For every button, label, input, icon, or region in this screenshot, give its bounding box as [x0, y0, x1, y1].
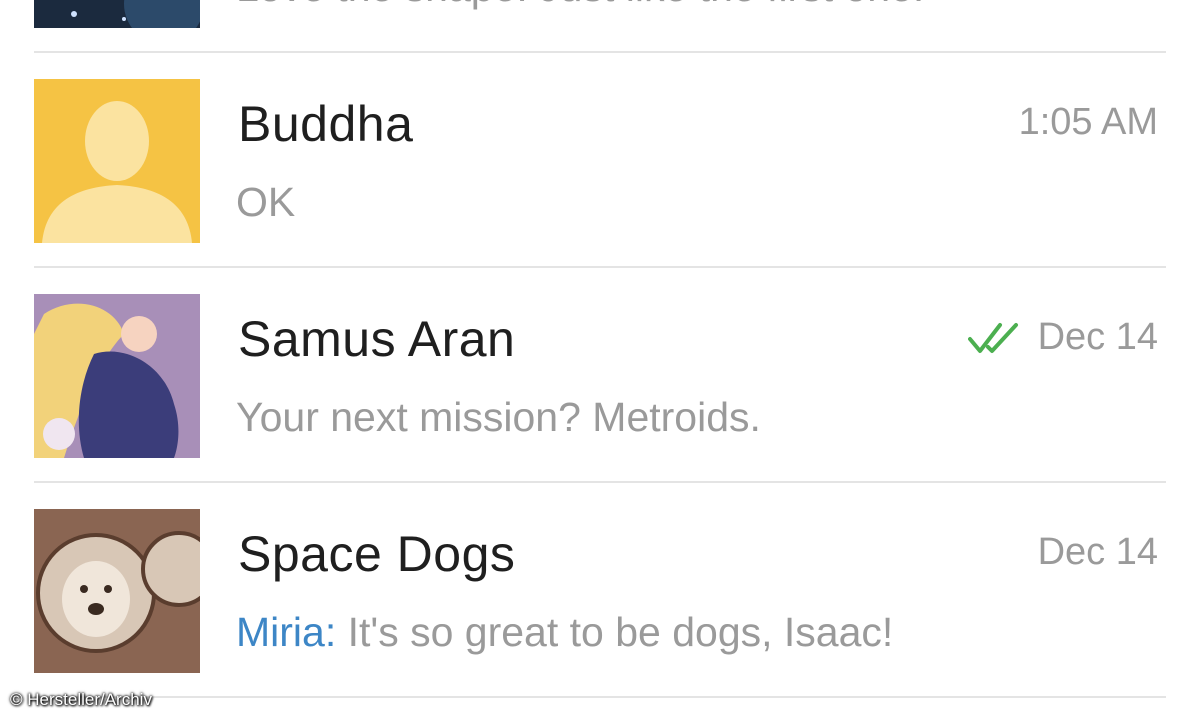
anime-character-icon [34, 294, 200, 458]
chat-preview: OK [236, 179, 295, 226]
chat-row[interactable]: Love the shape. Just like the first one. [0, 0, 1200, 53]
chat-row-buddha[interactable]: Buddha 1:05 AM OK [0, 53, 1200, 268]
chat-time: Dec 14 [1037, 316, 1158, 358]
chat-time: 1:05 AM [1018, 101, 1158, 143]
anime-character-avatar [34, 294, 200, 458]
copyright-watermark: © Hersteller/Archiv [10, 690, 152, 709]
chat-meta: 1:05 AM [1019, 101, 1158, 144]
chat-preview: Miria: It's so great to be dogs, Isaac! [236, 609, 893, 656]
space-photo-icon [34, 0, 200, 28]
chat-list: Love the shape. Just like the first one.… [0, 0, 1200, 698]
default-person-avatar [34, 79, 200, 243]
person-silhouette-icon [34, 79, 200, 243]
chat-row-samus-aran[interactable]: Samus Aran Dec 14 Your next mission? Met… [0, 268, 1200, 483]
preview-text: Your next mission? Metroids. [236, 394, 761, 440]
preview-sender: Miria: [236, 609, 337, 655]
chat-name: Buddha [238, 96, 414, 152]
preview-text: Love the shape. Just like the first one. [236, 0, 924, 10]
chat-meta: Dec 14 [1038, 531, 1158, 574]
chat-preview: Love the shape. Just like the first one. [236, 0, 924, 11]
chat-row-space-dogs[interactable]: Space Dogs Dec 14 Miria: It's so great t… [0, 483, 1200, 698]
space-dog-avatar [34, 509, 200, 673]
row-divider [34, 696, 1166, 698]
space-dog-icon [34, 509, 200, 673]
preview-text: It's so great to be dogs, Isaac! [336, 609, 894, 655]
chat-name: Space Dogs [238, 526, 516, 582]
double-check-icon [967, 322, 1018, 353]
preview-text: OK [236, 179, 296, 225]
chat-list-screen: Love the shape. Just like the first one.… [0, 0, 1200, 720]
chat-preview: Your next mission? Metroids. [236, 394, 761, 441]
space-photo-avatar [34, 0, 200, 28]
chat-name: Samus Aran [238, 311, 516, 367]
chat-time: Dec 14 [1037, 531, 1158, 573]
chat-meta: Dec 14 [967, 316, 1158, 359]
